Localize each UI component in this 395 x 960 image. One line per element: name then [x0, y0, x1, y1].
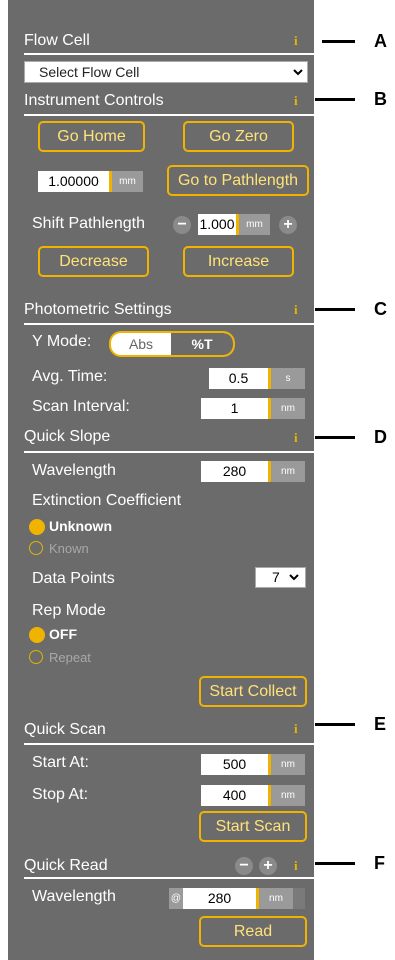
scan-interval-unit: nm	[271, 398, 305, 419]
pathlength-input[interactable]: 1.00000	[38, 171, 109, 192]
shift-minus-button[interactable]: −	[173, 216, 191, 234]
stop-at-unit: nm	[271, 785, 305, 806]
callout-f-letter: F	[374, 853, 385, 873]
data-points-select[interactable]: 7	[255, 567, 306, 588]
callout-e-letter: E	[374, 714, 387, 734]
flow-cell-divider	[24, 53, 314, 55]
quick-read-plus-button[interactable]: +	[259, 857, 277, 875]
quick-slope-divider	[24, 451, 314, 453]
callout-d-letter: D	[374, 427, 387, 447]
flow-cell-select[interactable]: Select Flow Cell	[24, 61, 308, 83]
instrument-controls-title: Instrument Controls	[24, 92, 164, 109]
start-at-unit: nm	[271, 754, 305, 775]
callout-b-line	[315, 98, 355, 101]
avg-time-input[interactable]: 0.5	[209, 368, 268, 389]
stop-at-label: Stop At:	[32, 786, 89, 803]
quick-scan-title: Quick Scan	[24, 721, 106, 738]
photometric-divider	[24, 323, 314, 325]
wavelength-input[interactable]: 280	[201, 461, 268, 482]
increase-button[interactable]: Increase	[183, 246, 294, 277]
shift-pathlength-input[interactable]: 1.000	[198, 214, 236, 235]
quick-read-field-end	[293, 888, 305, 909]
quick-read-divider	[24, 877, 314, 879]
data-points-value: 7	[272, 569, 280, 585]
scan-interval-input[interactable]: 1	[201, 398, 268, 419]
extinction-coefficient-label: Extinction Coefficient	[32, 492, 182, 509]
photometric-settings-title: Photometric Settings	[24, 301, 172, 318]
chevron-down-icon	[289, 574, 299, 581]
rep-off-label[interactable]: OFF	[49, 626, 77, 642]
quick-slope-title: Quick Slope	[24, 428, 111, 445]
y-mode-label: Y Mode:	[32, 333, 92, 350]
ext-known-radio[interactable]	[29, 541, 43, 555]
y-mode-abs-option[interactable]: Abs	[111, 333, 171, 355]
y-mode-pt-option[interactable]: %T	[171, 333, 233, 355]
shift-unit: mm	[239, 214, 270, 235]
read-button[interactable]: Read	[199, 916, 307, 947]
quick-scan-divider	[24, 743, 314, 745]
pathlength-unit: mm	[112, 171, 143, 192]
wavelength-label: Wavelength	[32, 462, 116, 479]
scan-interval-label: Scan Interval:	[32, 398, 130, 415]
callout-b-letter: B	[374, 89, 387, 109]
photometric-info-icon[interactable]: i	[294, 302, 298, 318]
quick-read-title: Quick Read	[24, 857, 108, 874]
start-at-label: Start At:	[32, 754, 89, 771]
go-zero-button[interactable]: Go Zero	[183, 121, 294, 152]
instrument-info-icon[interactable]: i	[294, 93, 298, 109]
flow-cell-info-icon[interactable]: i	[294, 33, 298, 49]
y-mode-toggle[interactable]: Abs %T	[109, 331, 235, 357]
at-sign-prefix: @	[169, 888, 183, 909]
avg-time-unit: s	[271, 368, 305, 389]
callout-d-line	[315, 436, 355, 439]
start-collect-button[interactable]: Start Collect	[199, 676, 307, 707]
quick-read-wavelength-input[interactable]: 280	[183, 888, 256, 909]
rep-repeat-label[interactable]: Repeat	[49, 650, 91, 665]
wavelength-unit: nm	[271, 461, 305, 482]
avg-time-label: Avg. Time:	[32, 368, 108, 385]
rep-mode-label: Rep Mode	[32, 602, 106, 619]
go-home-button[interactable]: Go Home	[38, 121, 145, 152]
flow-cell-select-value: Select Flow Cell	[39, 64, 140, 80]
start-scan-button[interactable]: Start Scan	[199, 811, 307, 842]
callout-e-line	[315, 723, 355, 726]
shift-plus-button[interactable]: +	[279, 216, 297, 234]
instrument-divider	[24, 114, 314, 116]
flow-cell-title: Flow Cell	[24, 32, 90, 49]
quick-read-minus-button[interactable]: −	[235, 857, 253, 875]
stop-at-input[interactable]: 400	[201, 785, 268, 806]
chevron-down-icon	[293, 69, 303, 76]
callout-c-line	[315, 308, 355, 311]
decrease-button[interactable]: Decrease	[38, 246, 149, 277]
callout-f-line	[315, 862, 355, 865]
ext-known-label[interactable]: Known	[49, 541, 89, 556]
rep-off-radio[interactable]	[29, 627, 45, 643]
callout-a-line	[322, 40, 355, 43]
quick-scan-info-icon[interactable]: i	[294, 721, 298, 737]
data-points-label: Data Points	[32, 570, 115, 587]
ext-unknown-radio[interactable]	[29, 519, 45, 535]
quick-read-wavelength-label: Wavelength	[32, 888, 116, 905]
go-to-pathlength-button[interactable]: Go to Pathlength	[167, 165, 309, 196]
start-at-input[interactable]: 500	[201, 754, 268, 775]
quick-slope-info-icon[interactable]: i	[294, 430, 298, 446]
control-panel: Flow Cell i Select Flow Cell Instrument …	[8, 0, 314, 960]
rep-repeat-radio[interactable]	[29, 650, 43, 664]
ext-unknown-label[interactable]: Unknown	[49, 518, 112, 534]
callout-c-letter: C	[374, 299, 387, 319]
shift-pathlength-label: Shift Pathlength	[32, 215, 145, 232]
callout-a-letter: A	[374, 31, 387, 51]
quick-read-unit: nm	[259, 888, 293, 909]
quick-read-info-icon[interactable]: i	[294, 858, 298, 874]
